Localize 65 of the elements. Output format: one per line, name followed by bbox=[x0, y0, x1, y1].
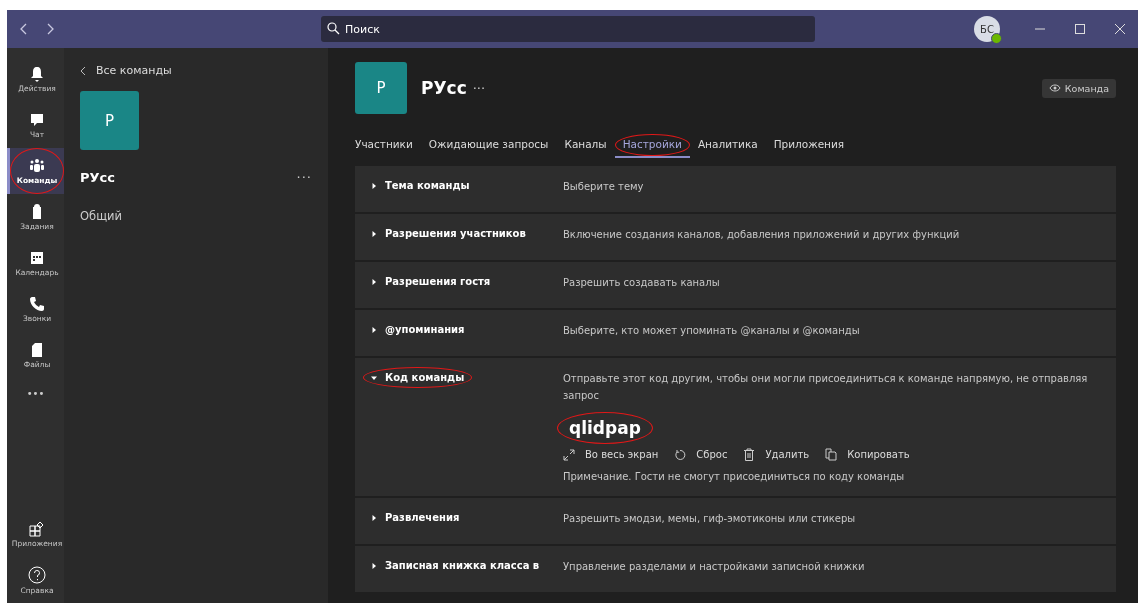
caret-icon bbox=[371, 374, 377, 381]
chevron-left-icon bbox=[80, 65, 86, 76]
more-apps-button[interactable]: ••• bbox=[7, 378, 64, 408]
section-toggle[interactable]: Записная книжка класса в bbox=[363, 555, 548, 576]
tab[interactable]: Приложения bbox=[773, 134, 845, 158]
section-description: Включение создания каналов, добавления приложений и других функций bbox=[563, 228, 960, 242]
section-toggle[interactable]: Разрешения гостя bbox=[363, 271, 499, 292]
section-toggle[interactable]: @упоминания bbox=[363, 319, 473, 340]
code-action-button[interactable]: Копировать bbox=[825, 448, 910, 461]
tab[interactable]: Участники bbox=[355, 134, 413, 158]
caret-icon bbox=[371, 278, 377, 285]
section-toggle[interactable]: Разрешения участников bbox=[363, 223, 534, 244]
code-action-button[interactable]: Удалить bbox=[743, 448, 810, 461]
code-action-button[interactable]: Во весь экран bbox=[563, 448, 659, 461]
caret-icon bbox=[371, 562, 377, 569]
search-field[interactable]: Поиск bbox=[321, 16, 815, 42]
expand-icon bbox=[563, 448, 575, 461]
team-avatar: Р bbox=[80, 91, 139, 150]
maximize-icon[interactable] bbox=[1074, 23, 1086, 35]
phone-icon bbox=[29, 295, 45, 312]
section-description: Отправьте этот код другим, чтобы они могли присоединиться к команде напрямую, не отправляя запрос bbox=[563, 372, 1089, 403]
all-teams-link[interactable]: Все команды bbox=[80, 64, 172, 77]
reset-icon bbox=[674, 448, 687, 461]
avatar[interactable]: БС bbox=[974, 16, 1000, 42]
note-text: Примечание. Гости не смогут присоединиться по коду команды bbox=[563, 471, 905, 482]
caret-icon bbox=[371, 230, 377, 237]
more-button[interactable]: ··· bbox=[296, 170, 312, 185]
team-code: qlidpap bbox=[569, 418, 641, 438]
forward-icon[interactable] bbox=[45, 23, 55, 35]
team-view-button[interactable]: Команда bbox=[1041, 78, 1116, 98]
chat-icon bbox=[29, 111, 45, 128]
calendar-icon bbox=[29, 249, 45, 266]
back-icon[interactable] bbox=[19, 23, 29, 35]
tab[interactable]: Аналитика bbox=[697, 134, 758, 158]
caret-icon bbox=[371, 326, 377, 333]
section-description: Разрешить создавать каналы bbox=[563, 276, 720, 290]
section-description: Выберите тему bbox=[563, 180, 644, 194]
bell-icon bbox=[29, 65, 45, 82]
team-name[interactable]: РУсс bbox=[80, 170, 115, 185]
file-icon bbox=[29, 341, 45, 358]
team-title: РУсс bbox=[421, 78, 467, 98]
eye-icon bbox=[1048, 84, 1061, 92]
section-description: Разрешить эмодзи, мемы, гиф-эмотиконы или стикеры bbox=[563, 512, 856, 526]
section-toggle[interactable]: Код команды bbox=[363, 367, 473, 388]
caret-icon bbox=[371, 514, 377, 521]
status-icon bbox=[991, 33, 1002, 44]
channel-item[interactable]: Общий bbox=[80, 209, 122, 223]
people-icon bbox=[29, 157, 45, 174]
search-icon bbox=[327, 22, 340, 35]
apps-icon bbox=[29, 520, 45, 537]
more-button[interactable]: ··· bbox=[472, 80, 486, 96]
section-description: Выберите, кто может упоминать @каналы и @команды bbox=[563, 324, 860, 338]
tab[interactable]: Настройки bbox=[614, 134, 690, 158]
copy-icon bbox=[825, 448, 838, 461]
caret-icon bbox=[371, 182, 377, 189]
code-action-button[interactable]: Сброс bbox=[674, 448, 728, 461]
close-icon[interactable] bbox=[1114, 23, 1126, 35]
section-toggle[interactable]: Развлечения bbox=[363, 507, 468, 528]
team-avatar: Р bbox=[355, 62, 407, 114]
tab[interactable]: Ожидающие запросы bbox=[428, 134, 549, 158]
section-description: Управление разделами и настройками записной книжки bbox=[563, 560, 865, 574]
help-icon bbox=[28, 565, 46, 584]
trash-icon bbox=[743, 448, 756, 461]
section-toggle[interactable]: Тема команды bbox=[363, 175, 478, 196]
tab[interactable]: Каналы bbox=[564, 134, 607, 158]
